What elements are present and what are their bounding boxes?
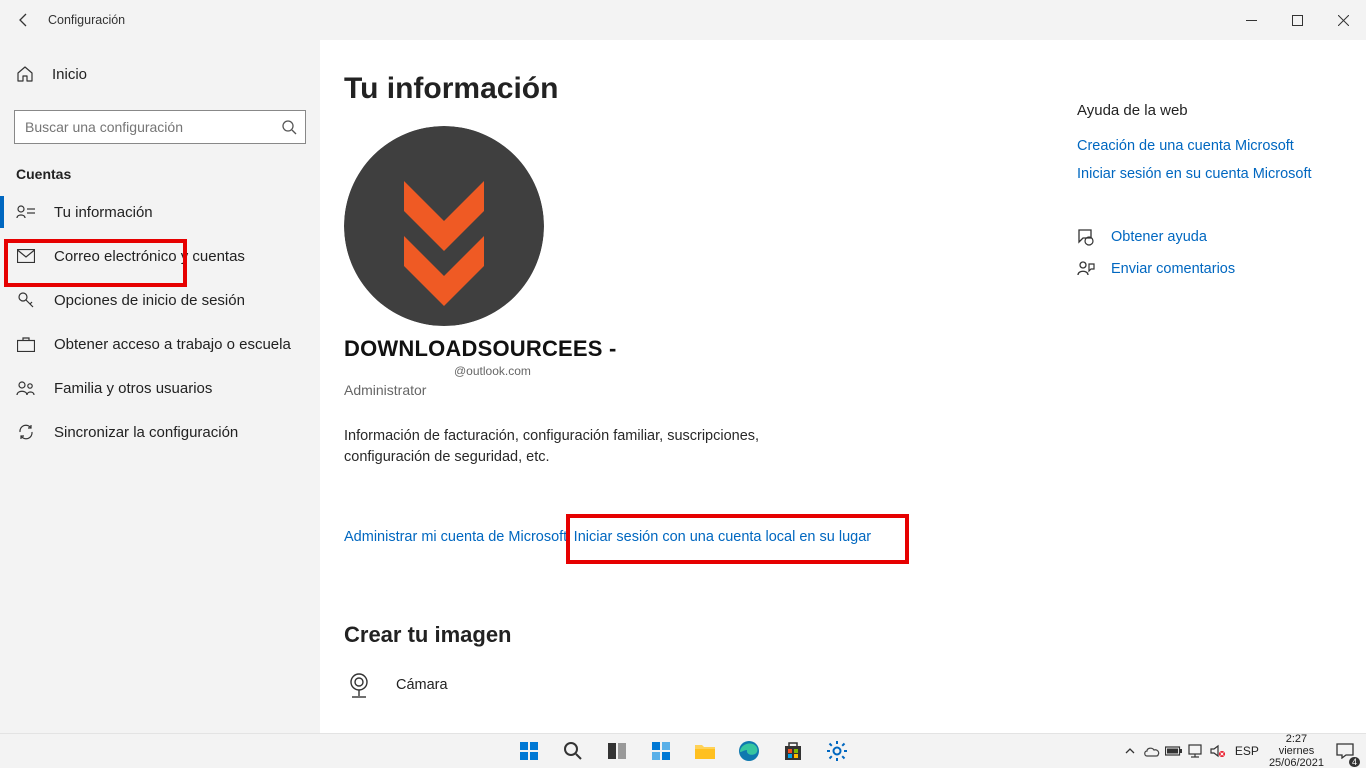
feedback-label: Enviar comentarios (1111, 261, 1235, 277)
widgets-button[interactable] (640, 734, 682, 769)
tray-onedrive-icon[interactable] (1141, 734, 1163, 769)
taskbar-search-button[interactable] (552, 734, 594, 769)
nav-item-label: Opciones de inicio de sesión (54, 292, 245, 309)
feedback-icon (1077, 260, 1095, 278)
taskview-button[interactable] (596, 734, 638, 769)
maximize-button[interactable] (1274, 0, 1320, 40)
tray-day: viernes (1279, 745, 1314, 757)
people-icon (16, 380, 36, 396)
feedback-link[interactable]: Enviar comentarios (1077, 260, 1342, 278)
page-title: Tu información (344, 72, 1077, 106)
window-title: Configuración (48, 13, 125, 27)
sidebar-section-title: Cuentas (0, 144, 320, 190)
help-title: Ayuda de la web (1077, 102, 1342, 119)
avatar (344, 126, 544, 326)
nav-item-label: Familia y otros usuarios (54, 380, 212, 397)
account-role: Administrator (344, 382, 1077, 398)
search-input[interactable] (14, 110, 306, 144)
settings-app-button[interactable] (816, 734, 858, 769)
nav-item-label: Obtener acceso a trabajo o escuela (54, 336, 291, 353)
start-button[interactable] (508, 734, 550, 769)
tray-volume-icon[interactable] (1207, 734, 1229, 769)
tray-date: 25/06/2021 (1269, 757, 1324, 769)
account-name: DOWNLOADSOURCEES - (344, 336, 1077, 362)
back-button[interactable] (0, 0, 48, 40)
tray-clock[interactable]: 2:27 viernes 25/06/2021 (1265, 733, 1328, 769)
titlebar: Configuración (0, 0, 1366, 40)
nav-work-school[interactable]: Obtener acceso a trabajo o escuela (0, 322, 320, 366)
nav-item-label: Sincronizar la configuración (54, 424, 238, 441)
close-button[interactable] (1320, 0, 1366, 40)
sidebar: Inicio Cuentas Tu información (0, 40, 320, 733)
tray-notifications[interactable]: 4 (1328, 734, 1362, 769)
search-icon (281, 119, 297, 135)
store-button[interactable] (772, 734, 814, 769)
camera-icon (344, 670, 374, 700)
tray-network-icon[interactable] (1185, 734, 1207, 769)
nav-item-label: Tu información (54, 204, 153, 221)
mail-icon (16, 249, 36, 263)
nav-family-users[interactable]: Familia y otros usuarios (0, 366, 320, 410)
get-help-label: Obtener ayuda (1111, 229, 1207, 245)
nav-home-label: Inicio (52, 66, 87, 83)
key-icon (16, 291, 36, 309)
help-link-create-account[interactable]: Creación de una cuenta Microsoft (1077, 137, 1342, 157)
nav-item-label: Correo electrónico y cuentas (54, 248, 245, 265)
manage-account-link[interactable]: Administrar mi cuenta de Microsoft (344, 529, 567, 545)
nav-signin-options[interactable]: Opciones de inicio de sesión (0, 278, 320, 322)
tray-battery-icon[interactable] (1163, 734, 1185, 769)
tray-language[interactable]: ESP (1229, 744, 1265, 758)
annotation-highlight: Iniciar sesión con una cuenta local en s… (566, 514, 909, 564)
nav-sync-settings[interactable]: Sincronizar la configuración (0, 410, 320, 454)
file-explorer-button[interactable] (684, 734, 726, 769)
camera-label: Cámara (396, 677, 448, 693)
nav-your-info[interactable]: Tu información (0, 190, 320, 234)
account-email: @outlook.com (454, 364, 1077, 378)
tray-time: 2:27 (1286, 733, 1307, 745)
help-chat-icon (1077, 228, 1095, 246)
taskbar: ESP 2:27 viernes 25/06/2021 4 (0, 733, 1366, 768)
minimize-button[interactable] (1228, 0, 1274, 40)
camera-option[interactable]: Cámara (344, 670, 1077, 700)
briefcase-icon (16, 336, 36, 352)
create-image-title: Crear tu imagen (344, 622, 1077, 648)
get-help-link[interactable]: Obtener ayuda (1077, 228, 1342, 246)
help-link-signin[interactable]: Iniciar sesión en su cuenta Microsoft (1077, 165, 1342, 185)
notification-badge: 4 (1349, 757, 1360, 767)
nav-email-accounts[interactable]: Correo electrónico y cuentas (0, 234, 320, 278)
home-icon (16, 65, 34, 83)
account-description: Información de facturación, configuració… (344, 426, 804, 468)
user-card-icon (16, 204, 36, 220)
tray-chevron-icon[interactable] (1119, 734, 1141, 769)
search-field[interactable] (25, 119, 281, 135)
edge-button[interactable] (728, 734, 770, 769)
sync-icon (16, 423, 36, 441)
nav-home[interactable]: Inicio (0, 52, 320, 96)
local-account-link[interactable]: Iniciar sesión con una cuenta local en s… (574, 529, 871, 545)
